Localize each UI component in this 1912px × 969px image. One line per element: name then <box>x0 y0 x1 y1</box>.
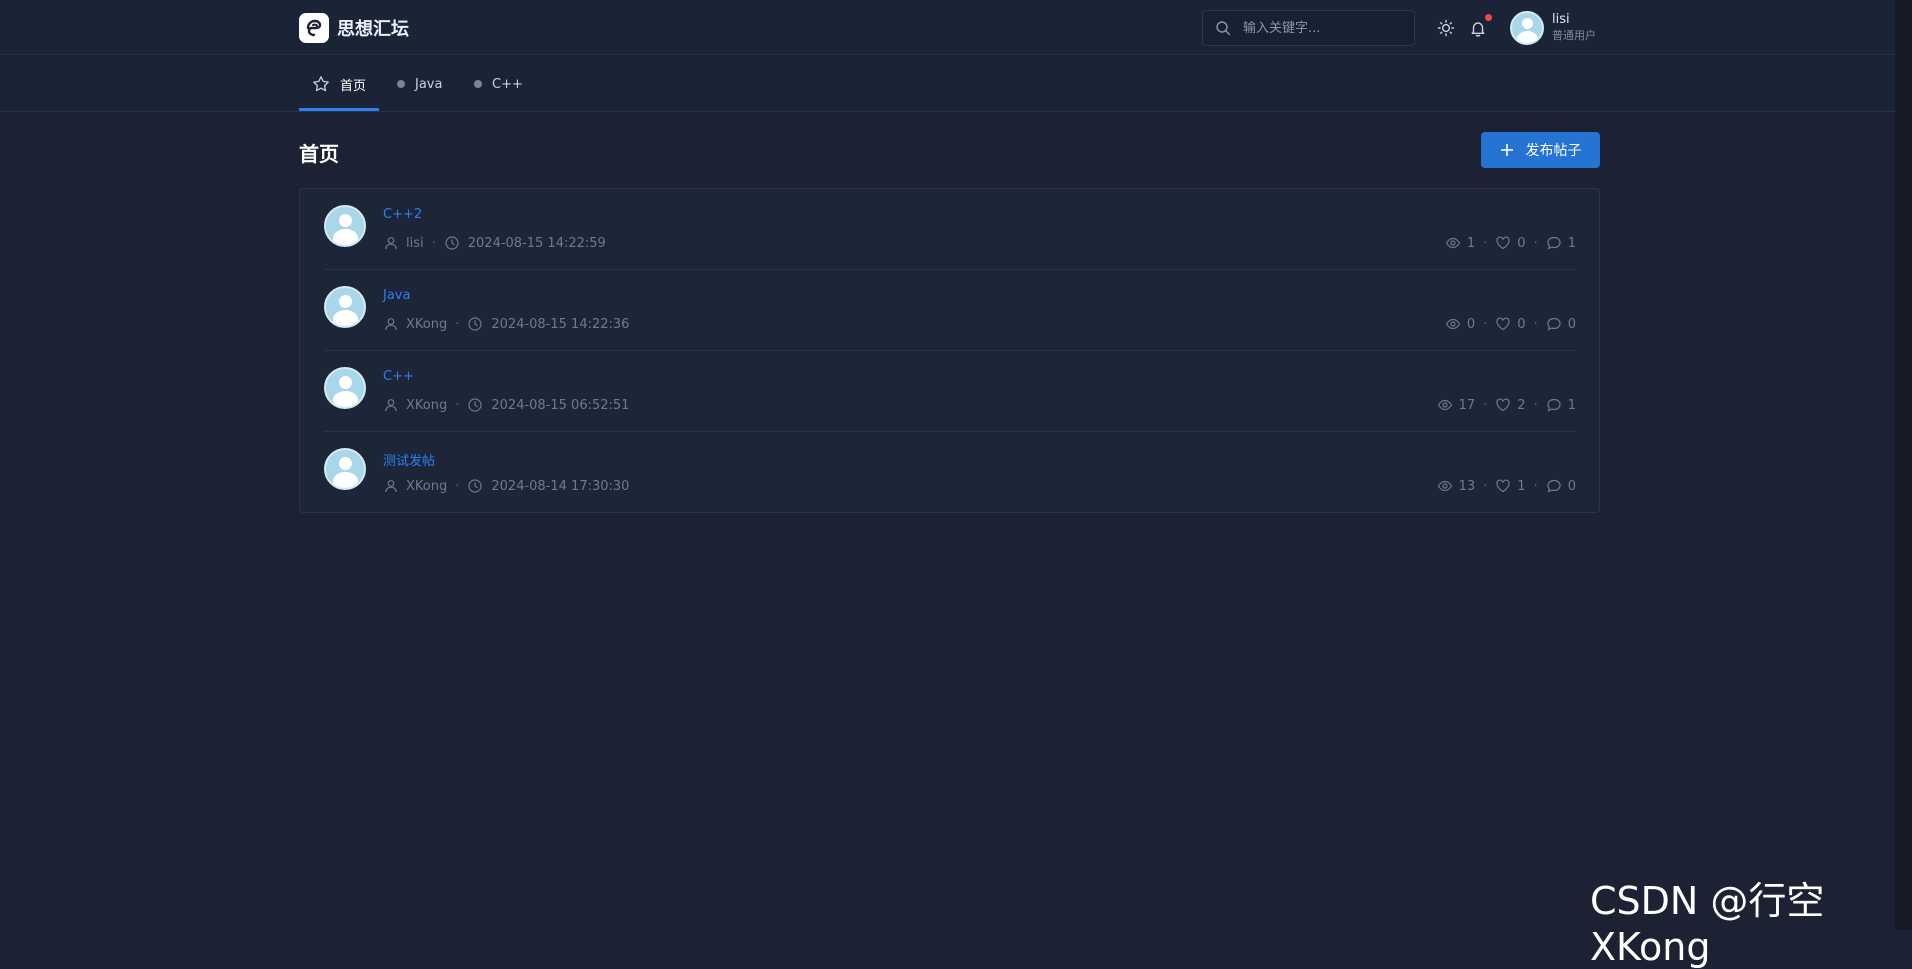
list-item[interactable]: C++ XKong · 2024-08-15 06:52:51 17 · 2 ·… <box>324 351 1576 432</box>
user-icon <box>385 399 397 412</box>
eye-icon <box>1445 318 1461 330</box>
post-author: lisi <box>406 235 424 251</box>
heart-icon <box>1496 317 1510 331</box>
heart-icon <box>1496 398 1510 412</box>
view-count: 1 <box>1466 235 1476 251</box>
user-role: 普通用户 <box>1552 29 1596 42</box>
dot-icon <box>474 80 482 88</box>
list-item[interactable]: Java XKong · 2024-08-15 14:22:36 0 · 0 ·… <box>324 270 1576 351</box>
post-time: 2024-08-14 17:30:30 <box>491 478 630 494</box>
post-author: XKong <box>406 478 448 494</box>
like-count: 1 <box>1517 478 1526 494</box>
post-stats: 1 · 0 · 1 <box>1445 235 1576 251</box>
tab-label: Java <box>415 76 443 92</box>
clock-icon <box>468 398 482 412</box>
post-title[interactable]: Java <box>383 288 410 303</box>
user-icon <box>385 480 397 493</box>
comment-icon <box>1547 317 1561 331</box>
tab-label: C++ <box>492 76 523 92</box>
nav-bar: 首页 Java C++ <box>0 56 1895 112</box>
top-bar: 思想汇坛 lisi <box>0 0 1895 55</box>
post-stats: 17 · 2 · 1 <box>1437 397 1576 413</box>
post-stats: 13 · 1 · 0 <box>1437 478 1576 494</box>
post-author: XKong <box>406 316 448 332</box>
post-title[interactable]: C++2 <box>383 207 422 222</box>
clock-icon <box>468 317 482 331</box>
avatar <box>324 286 366 328</box>
heart-icon <box>1496 236 1510 250</box>
brand-name: 思想汇坛 <box>337 19 409 40</box>
notification-button[interactable] <box>1466 14 1492 40</box>
comment-count: 0 <box>1567 478 1576 494</box>
post-meta: XKong · 2024-08-15 14:22:36 <box>384 316 629 332</box>
search-input[interactable] <box>1241 19 1401 37</box>
view-count: 17 <box>1458 397 1476 413</box>
clock-icon <box>445 236 459 250</box>
avatar <box>324 205 366 247</box>
comment-count: 1 <box>1567 235 1576 251</box>
tab-home[interactable]: 首页 <box>312 56 366 112</box>
brand-logo-icon <box>299 13 329 43</box>
tab-java[interactable]: Java <box>397 56 442 112</box>
eye-icon <box>1437 480 1452 492</box>
plus-icon <box>1500 144 1513 156</box>
comment-icon <box>1547 398 1561 412</box>
post-time: 2024-08-15 14:22:36 <box>491 316 630 332</box>
eye-icon <box>1437 399 1452 411</box>
tab-label: 首页 <box>340 78 367 94</box>
active-tab-indicator <box>299 108 379 111</box>
window-edge <box>1895 0 1912 930</box>
avatar <box>1510 11 1544 45</box>
star-icon <box>313 76 329 92</box>
like-count: 0 <box>1517 235 1526 251</box>
user-icon <box>385 318 397 331</box>
brand[interactable]: 思想汇坛 <box>299 13 409 43</box>
publish-post-button[interactable]: 发布帖子 <box>1481 132 1600 168</box>
comment-icon <box>1547 479 1561 493</box>
post-meta: XKong · 2024-08-15 06:52:51 <box>384 397 629 413</box>
search-box[interactable] <box>1202 10 1415 46</box>
user-icon <box>385 237 397 250</box>
user-name: lisi <box>1552 12 1570 27</box>
avatar <box>324 448 366 490</box>
bell-icon <box>1471 22 1485 37</box>
watermark: CSDN @行空XKong <box>1590 879 1825 969</box>
comment-count: 1 <box>1567 397 1576 413</box>
post-list: C++2 lisi · 2024-08-15 14:22:59 1 · 0 · … <box>299 188 1600 513</box>
post-author: XKong <box>406 397 448 413</box>
notification-badge <box>1485 14 1492 21</box>
publish-post-label: 发布帖子 <box>1525 143 1582 159</box>
sun-icon <box>1437 19 1455 37</box>
post-meta: XKong · 2024-08-14 17:30:30 <box>384 478 629 494</box>
comment-count: 0 <box>1567 316 1576 332</box>
view-count: 13 <box>1458 478 1476 494</box>
tab-cpp[interactable]: C++ <box>474 56 523 112</box>
clock-icon <box>468 479 482 493</box>
theme-toggle-button[interactable] <box>1434 16 1458 40</box>
post-title[interactable]: C++ <box>383 369 414 384</box>
like-count: 2 <box>1517 397 1526 413</box>
like-count: 0 <box>1517 316 1526 332</box>
list-item[interactable]: 测试发帖 XKong · 2024-08-14 17:30:30 13 · 1 … <box>324 432 1576 513</box>
user-menu[interactable]: lisi 普通用户 <box>1510 11 1596 45</box>
post-title[interactable]: 测试发帖 <box>383 450 435 469</box>
view-count: 0 <box>1466 316 1476 332</box>
eye-icon <box>1445 237 1461 249</box>
post-time: 2024-08-15 14:22:59 <box>467 235 606 251</box>
search-icon <box>1216 21 1231 36</box>
heart-icon <box>1496 479 1510 493</box>
avatar <box>324 367 366 409</box>
dot-icon <box>397 80 405 88</box>
comment-icon <box>1547 236 1561 250</box>
page-title: 首页 <box>299 142 339 166</box>
post-time: 2024-08-15 06:52:51 <box>491 397 630 413</box>
list-item[interactable]: C++2 lisi · 2024-08-15 14:22:59 1 · 0 · … <box>324 189 1576 270</box>
post-stats: 0 · 0 · 0 <box>1445 316 1576 332</box>
post-meta: lisi · 2024-08-15 14:22:59 <box>384 235 606 251</box>
